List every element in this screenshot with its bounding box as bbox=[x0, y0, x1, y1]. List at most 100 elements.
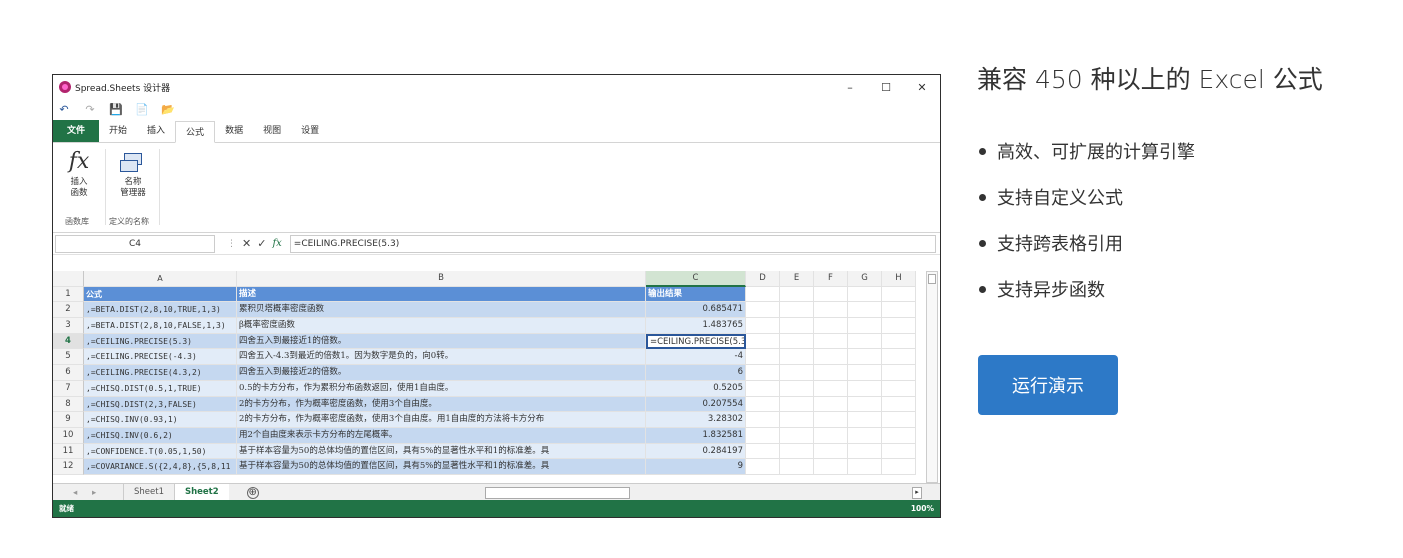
empty-cell[interactable] bbox=[882, 443, 916, 460]
empty-cell[interactable] bbox=[814, 318, 848, 334]
vertical-scrollbar[interactable] bbox=[926, 271, 938, 483]
empty-cell[interactable] bbox=[780, 302, 814, 319]
empty-cell[interactable] bbox=[814, 286, 848, 303]
empty-cell[interactable] bbox=[746, 459, 780, 475]
tab-file[interactable]: 文件 bbox=[53, 120, 100, 142]
cell-result[interactable]: 9 bbox=[646, 459, 746, 475]
cell-description[interactable]: 0.5的卡方分布，作为累积分布函数返回，使用1自由度。 bbox=[237, 380, 646, 397]
cell-formula[interactable]: ,=CHISQ.INV(0.6,2) bbox=[84, 427, 237, 444]
empty-cell[interactable] bbox=[848, 396, 882, 413]
empty-cell[interactable] bbox=[780, 333, 814, 350]
run-demo-button[interactable]: 运行演示 bbox=[978, 355, 1118, 415]
tab-formulas[interactable]: 公式 bbox=[175, 121, 216, 143]
undo-icon[interactable]: ↶ bbox=[57, 103, 71, 116]
empty-cell[interactable] bbox=[780, 443, 814, 460]
cell-formula[interactable]: ,=CHISQ.DIST(0.5,1,TRUE) bbox=[84, 380, 237, 397]
tab-settings[interactable]: 设置 bbox=[291, 120, 329, 142]
row-header[interactable]: 9 bbox=[53, 412, 84, 428]
column-header[interactable]: D bbox=[746, 271, 780, 287]
empty-cell[interactable] bbox=[882, 333, 916, 350]
column-header[interactable]: E bbox=[780, 271, 814, 287]
empty-cell[interactable] bbox=[746, 318, 780, 334]
empty-cell[interactable] bbox=[848, 365, 882, 381]
cell-result[interactable]: 1.832581 bbox=[646, 427, 746, 444]
empty-cell[interactable] bbox=[882, 365, 916, 381]
row-header[interactable]: 8 bbox=[53, 396, 84, 413]
empty-cell[interactable] bbox=[882, 286, 916, 303]
cell-result[interactable]: =CEILING.PRECISE(5.3) bbox=[646, 333, 746, 350]
name-box[interactable]: C4 bbox=[55, 234, 215, 253]
empty-cell[interactable] bbox=[882, 349, 916, 366]
column-header[interactable]: G bbox=[848, 271, 882, 287]
add-sheet-icon[interactable]: ⊕ bbox=[246, 486, 259, 499]
formula-input[interactable]: =CEILING.PRECISE(5.3) bbox=[289, 234, 936, 253]
close-button[interactable]: ✕ bbox=[904, 81, 940, 94]
empty-cell[interactable] bbox=[780, 459, 814, 475]
empty-cell[interactable] bbox=[746, 396, 780, 413]
cell-formula[interactable]: ,=CEILING.PRECISE(5.3) bbox=[84, 333, 237, 350]
empty-cell[interactable] bbox=[848, 427, 882, 444]
empty-cell[interactable] bbox=[780, 427, 814, 444]
empty-cell[interactable] bbox=[780, 380, 814, 397]
empty-cell[interactable] bbox=[780, 412, 814, 428]
empty-cell[interactable] bbox=[848, 380, 882, 397]
cell-result[interactable]: 0.284197 bbox=[646, 443, 746, 460]
empty-cell[interactable] bbox=[882, 427, 916, 444]
empty-cell[interactable] bbox=[746, 349, 780, 366]
empty-cell[interactable] bbox=[746, 365, 780, 381]
empty-cell[interactable] bbox=[814, 427, 848, 444]
empty-cell[interactable] bbox=[848, 286, 882, 303]
empty-cell[interactable] bbox=[814, 349, 848, 366]
enter-icon[interactable]: ✓ bbox=[257, 237, 266, 250]
zoom-level[interactable]: 100% bbox=[911, 504, 934, 513]
empty-cell[interactable] bbox=[814, 412, 848, 428]
row-header[interactable]: 4 bbox=[53, 333, 84, 350]
empty-cell[interactable] bbox=[882, 318, 916, 334]
empty-cell[interactable] bbox=[780, 318, 814, 334]
empty-cell[interactable] bbox=[814, 380, 848, 397]
empty-cell[interactable] bbox=[814, 365, 848, 381]
empty-cell[interactable] bbox=[746, 443, 780, 460]
column-header[interactable]: F bbox=[814, 271, 848, 287]
cell-description[interactable]: 描述 bbox=[237, 286, 646, 303]
cell-formula[interactable]: ,=COVARIANCE.S({2,4,8},{5,8,11 bbox=[84, 459, 237, 475]
empty-cell[interactable] bbox=[882, 396, 916, 413]
tab-view[interactable]: 视图 bbox=[253, 120, 291, 142]
empty-cell[interactable] bbox=[814, 396, 848, 413]
empty-cell[interactable] bbox=[814, 302, 848, 319]
cell-formula[interactable]: ,=CEILING.PRECISE(-4.3) bbox=[84, 349, 237, 366]
empty-cell[interactable] bbox=[848, 443, 882, 460]
cell-result[interactable]: 1.483765 bbox=[646, 318, 746, 334]
open-folder-icon[interactable]: 📂 bbox=[161, 103, 175, 116]
fx-icon[interactable]: fx bbox=[272, 238, 281, 249]
empty-cell[interactable] bbox=[814, 333, 848, 350]
cell-formula[interactable]: ,=BETA.DIST(2,8,10,TRUE,1,3) bbox=[84, 302, 237, 319]
empty-cell[interactable] bbox=[746, 380, 780, 397]
cell-description[interactable]: 四舍五入到最接近2的倍数。 bbox=[237, 365, 646, 381]
cell-result[interactable]: 0.5205 bbox=[646, 380, 746, 397]
empty-cell[interactable] bbox=[746, 412, 780, 428]
empty-cell[interactable] bbox=[882, 302, 916, 319]
cell-description[interactable]: 四舍五入-4.3到最近的倍数1。因为数字是负的，向0转。 bbox=[237, 349, 646, 366]
new-file-icon[interactable]: 📄 bbox=[135, 103, 149, 116]
row-header[interactable]: 2 bbox=[53, 302, 84, 319]
cell-formula[interactable]: ,=CEILING.PRECISE(4.3,2) bbox=[84, 365, 237, 381]
empty-cell[interactable] bbox=[882, 380, 916, 397]
sheet-nav-arrows[interactable]: ◂ ▸ bbox=[53, 488, 113, 498]
empty-cell[interactable] bbox=[780, 365, 814, 381]
tab-insert[interactable]: 插入 bbox=[137, 120, 175, 142]
column-header[interactable]: B bbox=[237, 271, 646, 287]
column-header[interactable]: H bbox=[882, 271, 916, 287]
save-icon[interactable]: 💾 bbox=[109, 103, 123, 116]
row-header[interactable]: 7 bbox=[53, 380, 84, 397]
cell-formula[interactable]: 公式 bbox=[84, 286, 237, 303]
insert-function-button[interactable]: fx 插入 函数 bbox=[63, 149, 95, 199]
row-header[interactable]: 3 bbox=[53, 318, 84, 334]
cell-formula[interactable]: ,=BETA.DIST(2,8,10,FALSE,1,3) bbox=[84, 318, 237, 334]
empty-cell[interactable] bbox=[746, 333, 780, 350]
sheet-tab-sheet2[interactable]: Sheet2 bbox=[173, 483, 229, 502]
row-header[interactable]: 5 bbox=[53, 349, 84, 366]
cell-description[interactable]: β概率密度函数 bbox=[237, 318, 646, 334]
column-header[interactable]: A bbox=[84, 271, 237, 287]
horizontal-scrollbar[interactable] bbox=[485, 487, 630, 499]
